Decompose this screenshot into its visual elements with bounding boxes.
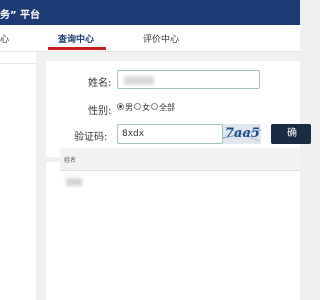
- redacted-name-value: [124, 76, 154, 85]
- results-panel: [46, 162, 300, 300]
- nav-item-query-center[interactable]: 查询中心: [58, 32, 94, 45]
- gender-radio-female[interactable]: 女: [134, 103, 151, 112]
- name-label: 姓名:: [88, 78, 112, 89]
- radio-unchecked-icon: [134, 103, 141, 110]
- captcha-input[interactable]: [117, 124, 223, 144]
- top-header-bar: 务” 平台: [0, 0, 300, 25]
- captcha-image[interactable]: 7aa5: [223, 124, 261, 144]
- nav-item-evaluation-center[interactable]: 评价中心: [143, 32, 179, 45]
- sidebar-divider: [0, 63, 36, 64]
- gender-radio-all[interactable]: 全部: [151, 103, 176, 112]
- redacted-row-value: [66, 178, 82, 186]
- radio-unchecked-icon: [151, 103, 158, 110]
- captcha-text: 7aa5: [225, 126, 260, 141]
- nav-item-center[interactable]: 心: [0, 32, 9, 45]
- results-table-header: [60, 148, 300, 171]
- active-tab-indicator: [48, 47, 106, 50]
- captcha-label: 验证码:: [74, 132, 108, 143]
- sidebar: [0, 52, 36, 300]
- column-header-name: 姓名: [64, 157, 77, 164]
- gender-radio-group: 男女全部: [117, 102, 176, 113]
- gender-radio-male[interactable]: 男: [117, 103, 134, 112]
- name-input[interactable]: [117, 70, 260, 89]
- gender-label: 性别:: [88, 106, 112, 117]
- confirm-button[interactable]: 确: [271, 124, 311, 144]
- radio-checked-icon: [117, 103, 124, 110]
- platform-title: 务” 平台: [0, 10, 41, 21]
- main-nav: 心 查询中心 评价中心: [0, 25, 300, 52]
